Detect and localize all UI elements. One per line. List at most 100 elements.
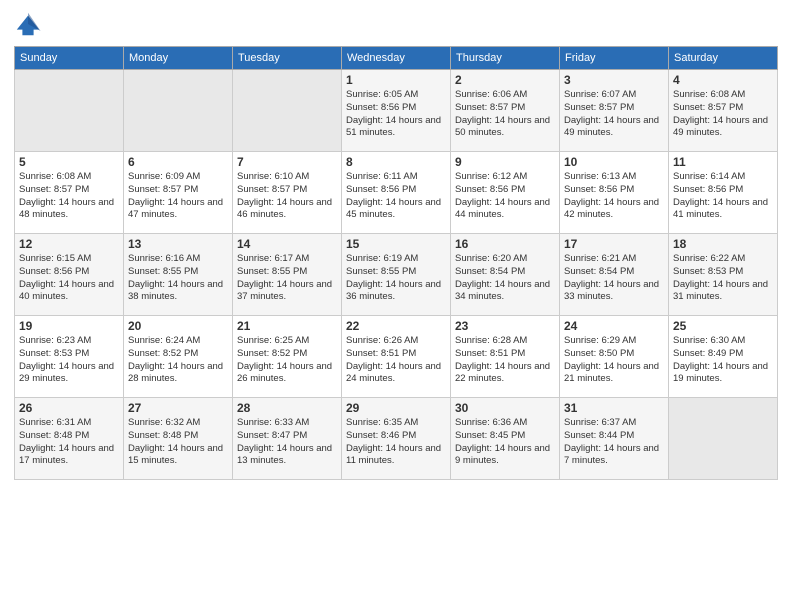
day-info: Sunrise: 6:14 AMSunset: 8:56 PMDaylight:… xyxy=(673,171,773,222)
day-info: Sunrise: 6:07 AMSunset: 8:57 PMDaylight:… xyxy=(564,89,664,140)
day-number: 21 xyxy=(237,319,337,333)
calendar-week-row: 26 Sunrise: 6:31 AMSunset: 8:48 PMDayligh… xyxy=(15,398,778,480)
calendar-table: SundayMondayTuesdayWednesdayThursdayFrid… xyxy=(14,46,778,480)
day-info: Sunrise: 6:09 AMSunset: 8:57 PMDaylight:… xyxy=(128,171,228,222)
day-number: 29 xyxy=(346,401,446,415)
day-number: 20 xyxy=(128,319,228,333)
day-number: 28 xyxy=(237,401,337,415)
day-info: Sunrise: 6:21 AMSunset: 8:54 PMDaylight:… xyxy=(564,253,664,304)
page-container: SundayMondayTuesdayWednesdayThursdayFrid… xyxy=(0,0,792,488)
calendar-day-cell: 22 Sunrise: 6:26 AMSunset: 8:51 PMDayligh… xyxy=(342,316,451,398)
calendar-day-cell: 5Sunrise: 6:08 AMSunset: 8:57 PMDaylight… xyxy=(15,152,124,234)
calendar-day-cell: 13 Sunrise: 6:16 AMSunset: 8:55 PMDayligh… xyxy=(124,234,233,316)
day-number: 11 xyxy=(673,155,773,169)
calendar-day-cell: 16Sunrise: 6:20 AMSunset: 8:54 PMDayligh… xyxy=(451,234,560,316)
calendar-day-cell xyxy=(233,70,342,152)
calendar-day-cell: 28 Sunrise: 6:33 AMSunset: 8:47 PMDayligh… xyxy=(233,398,342,480)
day-number: 25 xyxy=(673,319,773,333)
calendar-day-cell: 12Sunrise: 6:15 AMSunset: 8:56 PMDayligh… xyxy=(15,234,124,316)
day-info: Sunrise: 6:24 AMSunset: 8:52 PMDaylight:… xyxy=(128,335,228,386)
calendar-day-cell: 6 Sunrise: 6:09 AMSunset: 8:57 PMDaylight… xyxy=(124,152,233,234)
calendar-day-cell: 23 Sunrise: 6:28 AMSunset: 8:51 PMDayligh… xyxy=(451,316,560,398)
calendar-week-row: 19 Sunrise: 6:23 AMSunset: 8:53 PMDayligh… xyxy=(15,316,778,398)
calendar-day-cell xyxy=(669,398,778,480)
day-info: Sunrise: 6:08 AMSunset: 8:57 PMDaylight:… xyxy=(673,89,773,140)
day-number: 31 xyxy=(564,401,664,415)
day-info: Sunrise: 6:17 AMSunset: 8:55 PMDaylight:… xyxy=(237,253,337,304)
day-info: Sunrise: 6:05 AMSunset: 8:56 PMDaylight:… xyxy=(346,89,446,140)
day-number: 23 xyxy=(455,319,555,333)
calendar-week-row: 12Sunrise: 6:15 AMSunset: 8:56 PMDayligh… xyxy=(15,234,778,316)
calendar-day-cell: 3 Sunrise: 6:07 AMSunset: 8:57 PMDaylight… xyxy=(560,70,669,152)
day-info: Sunrise: 6:31 AMSunset: 8:48 PMDaylight:… xyxy=(19,417,119,468)
calendar-day-cell: 29 Sunrise: 6:35 AMSunset: 8:46 PMDayligh… xyxy=(342,398,451,480)
day-number: 4 xyxy=(673,73,773,87)
day-number: 10 xyxy=(564,155,664,169)
day-number: 3 xyxy=(564,73,664,87)
calendar-day-cell: 2 Sunrise: 6:06 AMSunset: 8:57 PMDaylight… xyxy=(451,70,560,152)
day-info: Sunrise: 6:30 AMSunset: 8:49 PMDaylight:… xyxy=(673,335,773,386)
day-info: Sunrise: 6:13 AMSunset: 8:56 PMDaylight:… xyxy=(564,171,664,222)
day-number: 18 xyxy=(673,237,773,251)
day-number: 6 xyxy=(128,155,228,169)
calendar-week-row: 5Sunrise: 6:08 AMSunset: 8:57 PMDaylight… xyxy=(15,152,778,234)
calendar-day-cell: 17 Sunrise: 6:21 AMSunset: 8:54 PMDayligh… xyxy=(560,234,669,316)
calendar-day-cell: 11 Sunrise: 6:14 AMSunset: 8:56 PMDayligh… xyxy=(669,152,778,234)
calendar-day-cell: 8Sunrise: 6:11 AMSunset: 8:56 PMDaylight… xyxy=(342,152,451,234)
day-number: 2 xyxy=(455,73,555,87)
calendar-day-header: Saturday xyxy=(669,47,778,70)
day-info: Sunrise: 6:22 AMSunset: 8:53 PMDaylight:… xyxy=(673,253,773,304)
day-number: 27 xyxy=(128,401,228,415)
calendar-day-cell: 7 Sunrise: 6:10 AMSunset: 8:57 PMDaylight… xyxy=(233,152,342,234)
day-info: Sunrise: 6:16 AMSunset: 8:55 PMDaylight:… xyxy=(128,253,228,304)
calendar-day-cell: 24 Sunrise: 6:29 AMSunset: 8:50 PMDayligh… xyxy=(560,316,669,398)
day-info: Sunrise: 6:25 AMSunset: 8:52 PMDaylight:… xyxy=(237,335,337,386)
calendar-day-cell xyxy=(124,70,233,152)
day-number: 14 xyxy=(237,237,337,251)
day-info: Sunrise: 6:36 AMSunset: 8:45 PMDaylight:… xyxy=(455,417,555,468)
day-number: 17 xyxy=(564,237,664,251)
day-info: Sunrise: 6:08 AMSunset: 8:57 PMDaylight:… xyxy=(19,171,119,222)
calendar-header-row: SundayMondayTuesdayWednesdayThursdayFrid… xyxy=(15,47,778,70)
day-number: 19 xyxy=(19,319,119,333)
day-info: Sunrise: 6:12 AMSunset: 8:56 PMDaylight:… xyxy=(455,171,555,222)
day-info: Sunrise: 6:37 AMSunset: 8:44 PMDaylight:… xyxy=(564,417,664,468)
day-info: Sunrise: 6:06 AMSunset: 8:57 PMDaylight:… xyxy=(455,89,555,140)
day-info: Sunrise: 6:19 AMSunset: 8:55 PMDaylight:… xyxy=(346,253,446,304)
day-number: 13 xyxy=(128,237,228,251)
calendar-day-cell: 10 Sunrise: 6:13 AMSunset: 8:56 PMDayligh… xyxy=(560,152,669,234)
header xyxy=(14,10,778,38)
calendar-day-header: Wednesday xyxy=(342,47,451,70)
day-info: Sunrise: 6:11 AMSunset: 8:56 PMDaylight:… xyxy=(346,171,446,222)
day-info: Sunrise: 6:29 AMSunset: 8:50 PMDaylight:… xyxy=(564,335,664,386)
day-number: 7 xyxy=(237,155,337,169)
day-info: Sunrise: 6:15 AMSunset: 8:56 PMDaylight:… xyxy=(19,253,119,304)
day-number: 26 xyxy=(19,401,119,415)
calendar-day-cell: 9Sunrise: 6:12 AMSunset: 8:56 PMDaylight… xyxy=(451,152,560,234)
day-info: Sunrise: 6:10 AMSunset: 8:57 PMDaylight:… xyxy=(237,171,337,222)
day-number: 22 xyxy=(346,319,446,333)
day-number: 1 xyxy=(346,73,446,87)
day-info: Sunrise: 6:33 AMSunset: 8:47 PMDaylight:… xyxy=(237,417,337,468)
calendar-day-cell: 20 Sunrise: 6:24 AMSunset: 8:52 PMDayligh… xyxy=(124,316,233,398)
day-number: 24 xyxy=(564,319,664,333)
calendar-day-cell: 27Sunrise: 6:32 AMSunset: 8:48 PMDayligh… xyxy=(124,398,233,480)
calendar-day-header: Thursday xyxy=(451,47,560,70)
logo xyxy=(14,10,46,38)
calendar-day-cell: 26 Sunrise: 6:31 AMSunset: 8:48 PMDayligh… xyxy=(15,398,124,480)
calendar-day-header: Monday xyxy=(124,47,233,70)
calendar-day-cell: 4 Sunrise: 6:08 AMSunset: 8:57 PMDaylight… xyxy=(669,70,778,152)
day-number: 16 xyxy=(455,237,555,251)
day-info: Sunrise: 6:26 AMSunset: 8:51 PMDaylight:… xyxy=(346,335,446,386)
day-info: Sunrise: 6:28 AMSunset: 8:51 PMDaylight:… xyxy=(455,335,555,386)
calendar-day-cell: 21 Sunrise: 6:25 AMSunset: 8:52 PMDayligh… xyxy=(233,316,342,398)
day-info: Sunrise: 6:35 AMSunset: 8:46 PMDaylight:… xyxy=(346,417,446,468)
calendar-day-cell: 25 Sunrise: 6:30 AMSunset: 8:49 PMDayligh… xyxy=(669,316,778,398)
calendar-day-cell: 31 Sunrise: 6:37 AMSunset: 8:44 PMDayligh… xyxy=(560,398,669,480)
calendar-day-cell xyxy=(15,70,124,152)
calendar-day-header: Tuesday xyxy=(233,47,342,70)
calendar-day-cell: 14 Sunrise: 6:17 AMSunset: 8:55 PMDayligh… xyxy=(233,234,342,316)
day-info: Sunrise: 6:23 AMSunset: 8:53 PMDaylight:… xyxy=(19,335,119,386)
calendar-day-header: Friday xyxy=(560,47,669,70)
calendar-day-cell: 1 Sunrise: 6:05 AMSunset: 8:56 PMDaylight… xyxy=(342,70,451,152)
